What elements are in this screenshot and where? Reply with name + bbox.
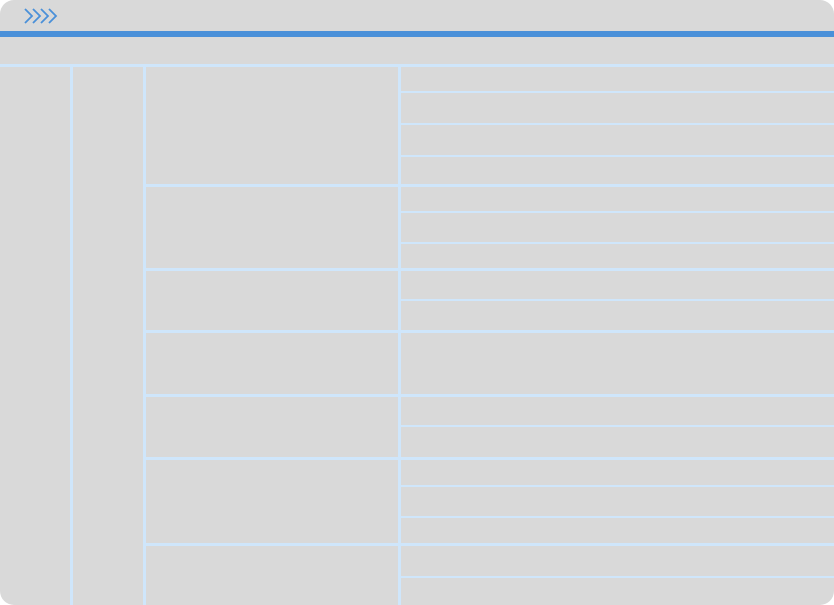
row-divider <box>401 425 834 427</box>
table-grid <box>0 0 834 605</box>
group-divider <box>143 457 834 460</box>
row-divider <box>401 576 834 578</box>
column-divider-3 <box>398 64 401 605</box>
row-divider <box>401 242 834 244</box>
group-divider <box>143 330 834 333</box>
group-divider <box>143 184 834 187</box>
group-divider <box>143 543 834 546</box>
row-divider <box>401 155 834 157</box>
column-divider-2 <box>143 64 146 605</box>
row-divider <box>401 123 834 125</box>
table-card <box>0 0 834 605</box>
row-divider <box>401 211 834 213</box>
row-divider <box>401 516 834 518</box>
row-divider <box>401 485 834 487</box>
row-divider <box>401 299 834 301</box>
group-divider <box>143 268 834 271</box>
group-divider <box>143 394 834 397</box>
column-divider-1 <box>70 64 73 605</box>
table-top-border <box>0 64 834 67</box>
row-divider <box>401 91 834 93</box>
